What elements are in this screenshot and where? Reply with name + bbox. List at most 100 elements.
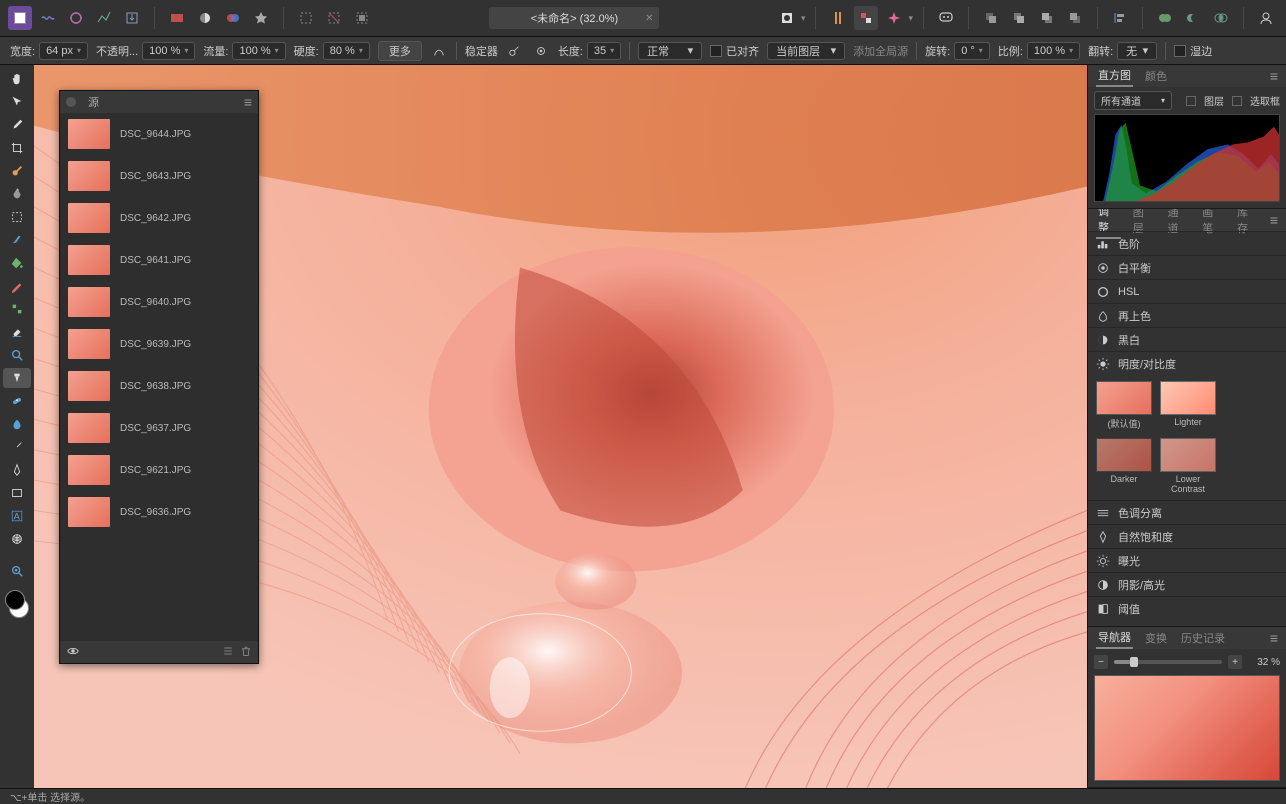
opacity-input[interactable]: 100 %▾ — [142, 42, 195, 60]
fill-tool-icon[interactable] — [3, 253, 31, 273]
adjustment-item[interactable]: 自然饱和度 — [1088, 524, 1286, 548]
channel-select[interactable]: 所有通道▾ — [1094, 91, 1172, 110]
adjustment-item[interactable]: 色调分离 — [1088, 500, 1286, 524]
selection-checkbox[interactable] — [1232, 96, 1242, 106]
length-input[interactable]: 35▾ — [587, 42, 621, 60]
erase-tool-icon[interactable] — [3, 322, 31, 342]
source-item[interactable]: DSC_9641.JPG — [60, 239, 258, 281]
assistant-icon[interactable] — [882, 6, 906, 30]
autocontrast-icon[interactable] — [221, 6, 245, 30]
marquee-tool-icon[interactable] — [3, 207, 31, 227]
heal-tool-icon[interactable] — [3, 391, 31, 411]
paint-brush-icon[interactable] — [3, 230, 31, 250]
autowb-icon[interactable] — [249, 6, 273, 30]
panel-menu-icon[interactable]: ≡ — [1270, 68, 1278, 84]
layer-checkbox[interactable] — [1186, 96, 1196, 106]
persona-export-icon[interactable] — [120, 6, 144, 30]
preset-item[interactable]: Lighter — [1160, 381, 1216, 430]
zoom-slider[interactable] — [1114, 660, 1222, 664]
source-item[interactable]: DSC_9640.JPG — [60, 281, 258, 323]
panel-collapse-dot[interactable] — [66, 97, 76, 107]
move-tool-icon[interactable] — [3, 92, 31, 112]
zoom2-tool-icon[interactable] — [3, 561, 31, 581]
source-item[interactable]: DSC_9643.JPG — [60, 155, 258, 197]
preset-item[interactable]: (默认值) — [1096, 381, 1152, 430]
adjustment-item[interactable]: 再上色 — [1088, 303, 1286, 327]
flip-select[interactable]: 无▾ — [1117, 42, 1157, 60]
persona-photo-icon[interactable] — [8, 6, 32, 30]
width-input[interactable]: 64 px▾ — [39, 42, 88, 60]
panel-menu-icon[interactable]: ≡ — [1270, 212, 1278, 228]
quickmask-icon[interactable] — [775, 6, 799, 30]
pen-tool-icon[interactable] — [3, 460, 31, 480]
crop-tool-icon[interactable] — [3, 138, 31, 158]
preset-item[interactable]: Lower Contrast — [1160, 438, 1216, 494]
adjustment-item[interactable]: 阴影/高光 — [1088, 572, 1286, 596]
adjustment-item[interactable]: 阈值 — [1088, 596, 1286, 620]
pressure-icon[interactable] — [430, 42, 448, 60]
persona-liquify-icon[interactable] — [36, 6, 60, 30]
livechat-icon[interactable] — [934, 6, 958, 30]
source-item[interactable]: DSC_9637.JPG — [60, 407, 258, 449]
stabilizer-rope-icon[interactable] — [506, 42, 524, 60]
preset-item[interactable]: Darker — [1096, 438, 1152, 494]
invertselect-icon[interactable] — [350, 6, 374, 30]
color-swatches[interactable] — [3, 590, 31, 618]
tab-color[interactable]: 颜色 — [1143, 66, 1169, 86]
zoom-in-button[interactable]: + — [1228, 655, 1242, 669]
blur-tool-icon[interactable] — [3, 414, 31, 434]
arrange-back-icon[interactable] — [979, 6, 1003, 30]
pencil-tool-icon[interactable] — [3, 276, 31, 296]
adjustment-item[interactable]: 黑白 — [1088, 327, 1286, 351]
dodge-tool-icon[interactable] — [3, 437, 31, 457]
boolean-intersect-icon[interactable] — [1209, 6, 1233, 30]
text-tool-icon[interactable]: A — [3, 506, 31, 526]
selection-brush-icon[interactable] — [3, 161, 31, 181]
deselect-icon[interactable] — [322, 6, 346, 30]
trash-icon[interactable] — [240, 645, 252, 660]
adjustment-item[interactable]: 曝光 — [1088, 548, 1286, 572]
source-item[interactable]: DSC_9621.JPG — [60, 449, 258, 491]
boolean-subtract-icon[interactable] — [1181, 6, 1205, 30]
fg-color-swatch[interactable] — [5, 590, 25, 610]
adjustment-item[interactable]: 色阶 — [1088, 231, 1286, 255]
tab-history[interactable]: 历史记录 — [1179, 628, 1227, 648]
arrange-frontone-icon[interactable] — [1035, 6, 1059, 30]
align-icon[interactable] — [1108, 6, 1132, 30]
adjustment-item[interactable]: 白平衡 — [1088, 255, 1286, 279]
source-item[interactable]: DSC_9639.JPG — [60, 323, 258, 365]
adjustment-item[interactable]: HSL — [1088, 279, 1286, 303]
source-item[interactable]: DSC_9636.JPG — [60, 491, 258, 533]
clone-tool-icon[interactable] — [3, 368, 31, 388]
source-item[interactable]: DSC_9644.JPG — [60, 113, 258, 155]
flow-input[interactable]: 100 %▾ — [232, 42, 285, 60]
arrange-front-icon[interactable] — [1063, 6, 1087, 30]
panel-menu-icon[interactable]: ≡ — [244, 94, 252, 110]
visibility-icon[interactable] — [66, 644, 80, 661]
global-source-button[interactable]: 添加全局源 — [853, 43, 908, 59]
more-button[interactable]: 更多 — [378, 41, 422, 61]
aligned-checkbox[interactable] — [710, 45, 722, 57]
zoom-out-button[interactable]: − — [1094, 655, 1108, 669]
stabilizer-window-icon[interactable] — [532, 42, 550, 60]
rotate-input[interactable]: 0 °▾ — [954, 42, 990, 60]
tab-navigator[interactable]: 导航器 — [1096, 627, 1133, 649]
zoom-tool-icon[interactable] — [3, 345, 31, 365]
persona-develop-icon[interactable] — [64, 6, 88, 30]
rectangle-tool-icon[interactable] — [3, 483, 31, 503]
force-pixel-icon[interactable] — [854, 6, 878, 30]
adjustment-item[interactable]: 明度/对比度 — [1088, 351, 1286, 375]
persona-tonemap-icon[interactable] — [92, 6, 116, 30]
colorpicker-tool-icon[interactable] — [3, 115, 31, 135]
blend-select[interactable]: 正常▾ — [638, 42, 702, 60]
hand-tool-icon[interactable] — [3, 69, 31, 89]
source-item[interactable]: DSC_9642.JPG — [60, 197, 258, 239]
source-item[interactable]: DSC_9638.JPG — [60, 365, 258, 407]
layer-select[interactable]: 当前图层▾ — [767, 42, 845, 60]
hardness-input[interactable]: 80 %▾ — [323, 42, 370, 60]
snap-icon[interactable] — [826, 6, 850, 30]
tab-transform[interactable]: 变换 — [1143, 628, 1169, 648]
selectall-icon[interactable] — [294, 6, 318, 30]
pixel-tool-icon[interactable] — [3, 299, 31, 319]
wetedge-checkbox[interactable] — [1174, 45, 1186, 57]
